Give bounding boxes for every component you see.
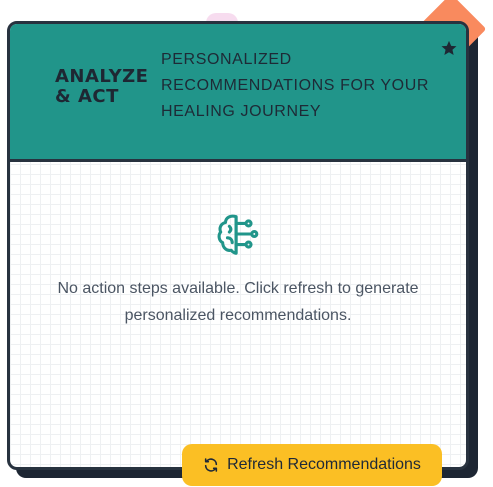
card-subtitle: PERSONALIZED RECOMMENDATIONS FOR YOUR HE… (161, 51, 430, 120)
empty-state-message: No action steps available. Click refresh… (57, 280, 419, 324)
card-title: ANALYZE & ACT (55, 66, 149, 107)
stage: ANALYZE & ACT PERSONALIZED RECOMMENDATIO… (0, 0, 493, 487)
card-body: No action steps available. Click refresh… (10, 162, 466, 467)
refresh-icon (204, 458, 218, 472)
star-icon (441, 40, 457, 56)
refresh-recommendations-button[interactable]: Refresh Recommendations (182, 444, 442, 486)
recommendations-card: ANALYZE & ACT PERSONALIZED RECOMMENDATIO… (7, 21, 469, 470)
refresh-button-label: Refresh Recommendations (227, 456, 421, 473)
card-header: ANALYZE & ACT PERSONALIZED RECOMMENDATIO… (10, 24, 466, 162)
brain-icon (217, 214, 259, 255)
